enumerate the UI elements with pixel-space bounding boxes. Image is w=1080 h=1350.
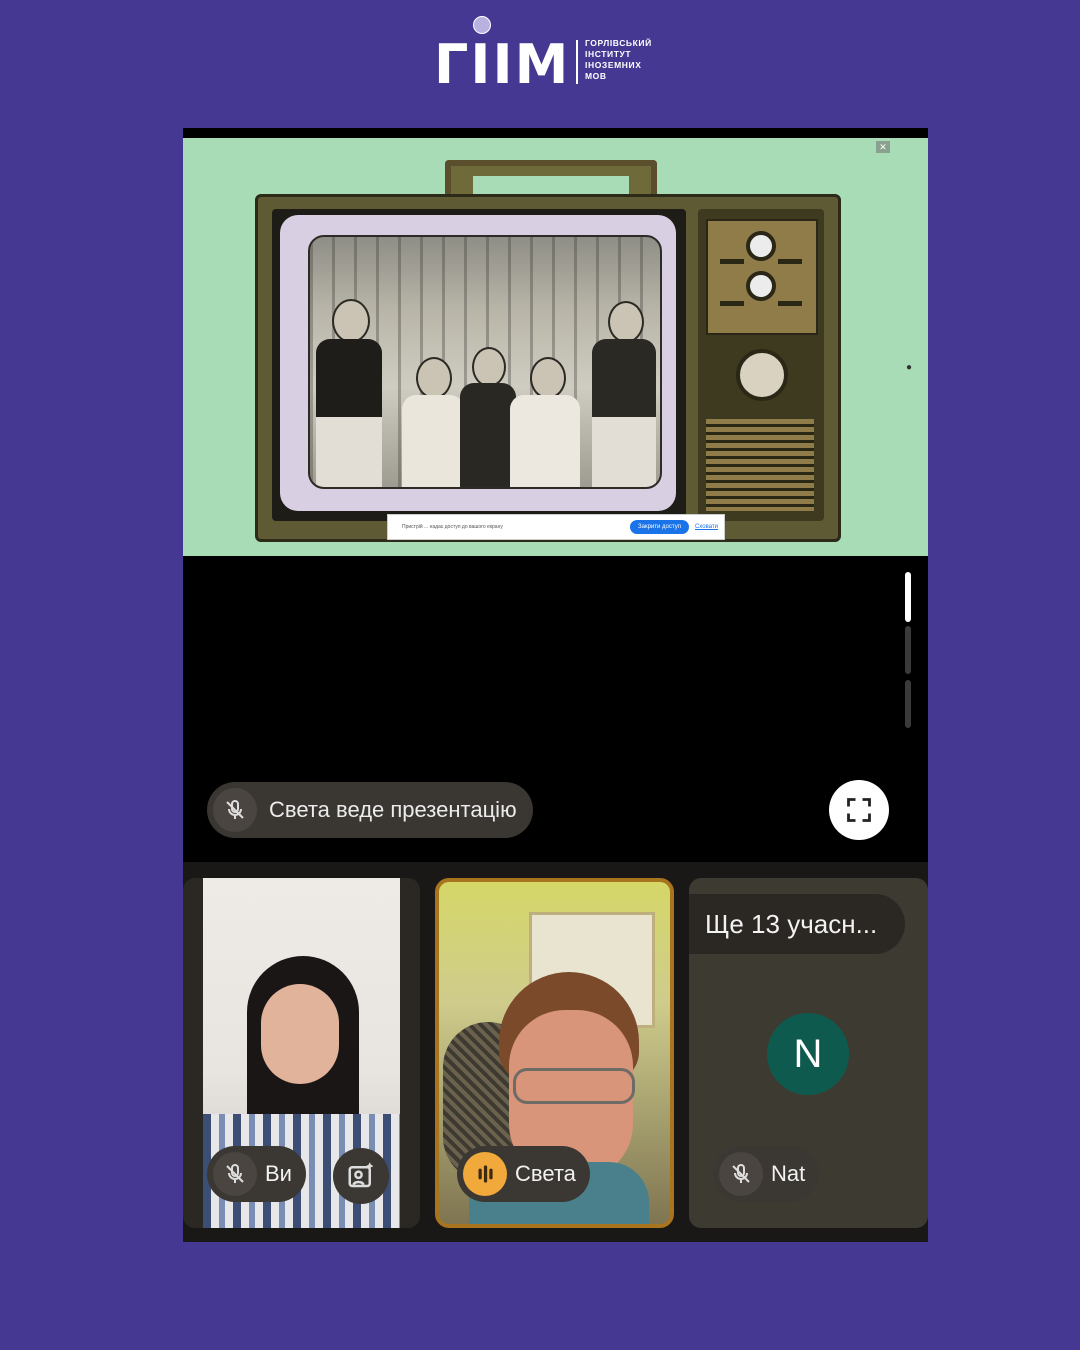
tv-frame xyxy=(272,209,686,521)
page-indicator[interactable] xyxy=(905,680,911,728)
cursor-icon: ● xyxy=(905,362,912,373)
logo-wordmark: ГІІМ xyxy=(434,33,571,96)
audio-levels-icon xyxy=(463,1152,507,1196)
active-speaker-tile[interactable]: Света xyxy=(435,878,674,1228)
more-participants-label[interactable]: Ще 13 учасн... xyxy=(689,894,906,954)
hide-banner-link[interactable]: Сховати xyxy=(695,524,718,530)
self-label: Ви xyxy=(265,1161,292,1186)
logo-line: ІНОЗЕМНИХ xyxy=(585,60,642,70)
speaker-label: Света xyxy=(515,1161,576,1186)
photo-person xyxy=(316,287,382,487)
institute-logo: ГІІМ ГОРЛІВСЬКИЙ ІНСТИТУТ ІНОЗЕМНИХ МОВ xyxy=(434,16,664,92)
more-participants-tile[interactable]: Ще 13 учасн... N Nat xyxy=(689,878,928,1228)
fullscreen-button[interactable] xyxy=(829,780,889,840)
page-indicator-active[interactable] xyxy=(905,572,911,622)
camera-effects-icon xyxy=(348,1162,374,1188)
presenter-chip: Света веде презентацію xyxy=(207,782,533,838)
mic-off-icon xyxy=(213,788,257,832)
tv-dial xyxy=(736,349,788,401)
stop-sharing-button[interactable]: Закрити доступ xyxy=(630,520,689,534)
participant-tiles: Ви Света Ще 13 учасн... N Nat xyxy=(183,862,928,1242)
speaker-name-chip: Света xyxy=(457,1146,590,1202)
tv-speaker-grille xyxy=(706,419,814,511)
photo-person xyxy=(510,357,580,487)
mic-off-icon xyxy=(719,1152,763,1196)
retro-tv-illustration xyxy=(255,194,841,542)
participant-name-chip: Nat xyxy=(713,1146,820,1202)
page-indicator[interactable] xyxy=(905,626,911,674)
self-tile[interactable]: Ви xyxy=(183,878,420,1228)
tv-screen xyxy=(280,215,676,511)
shared-screen: ✕ ● Пристрій ... надає доступ до вашого … xyxy=(183,138,928,556)
minimize-icon[interactable]: ✕ xyxy=(876,141,890,153)
self-name-chip: Ви xyxy=(207,1146,306,1202)
tv-knob xyxy=(746,271,776,301)
photo-person xyxy=(592,287,656,487)
avatar: N xyxy=(767,1013,849,1095)
logo-text: ГОРЛІВСЬКИЙ ІНСТИТУТ ІНОЗЕМНИХ МОВ xyxy=(585,38,652,82)
photo-person xyxy=(402,357,464,487)
logo-line: МОВ xyxy=(585,71,607,81)
logo-line: ГОРЛІВСЬКИЙ xyxy=(585,38,652,48)
presenter-label: Света веде презентацію xyxy=(269,797,517,822)
camera-effects-button[interactable] xyxy=(333,1148,389,1204)
mic-off-icon xyxy=(213,1152,257,1196)
participant-label: Nat xyxy=(771,1161,806,1186)
logo-line: ІНСТИТУТ xyxy=(585,49,632,59)
meet-screen: ✕ ● Пристрій ... надає доступ до вашого … xyxy=(183,128,928,1242)
globe-icon xyxy=(473,16,491,34)
share-banner-text: Пристрій ... надає доступ до вашого екра… xyxy=(402,524,503,530)
vintage-photo xyxy=(308,235,662,489)
logo-divider xyxy=(576,40,578,84)
tv-knob-panel xyxy=(706,219,818,335)
photo-person xyxy=(460,347,516,487)
screen-share-banner: Пристрій ... надає доступ до вашого екра… xyxy=(387,514,725,540)
tv-knob xyxy=(746,231,776,261)
fullscreen-icon xyxy=(847,798,871,822)
tv-control-panel xyxy=(698,209,824,521)
